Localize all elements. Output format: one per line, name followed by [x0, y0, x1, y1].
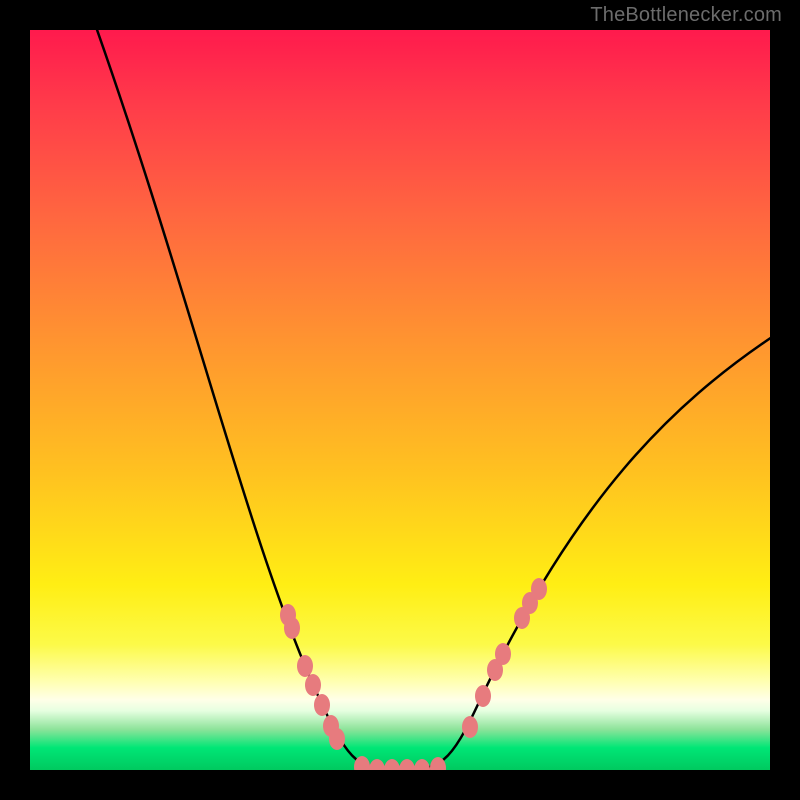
data-marker — [495, 643, 511, 665]
data-marker — [531, 578, 547, 600]
data-marker — [369, 759, 385, 770]
data-marker — [414, 759, 430, 770]
chart-svg-layer — [30, 30, 770, 770]
data-marker — [297, 655, 313, 677]
data-marker — [314, 694, 330, 716]
data-marker — [475, 685, 491, 707]
data-marker — [305, 674, 321, 696]
watermark-text: TheBottlenecker.com — [590, 4, 782, 27]
data-marker — [462, 716, 478, 738]
chart-plot-area — [30, 30, 770, 770]
data-marker — [329, 728, 345, 750]
data-marker — [284, 617, 300, 639]
data-marker — [399, 759, 415, 770]
data-marker — [384, 759, 400, 770]
bottleneck-curve — [90, 30, 770, 770]
chart-frame: TheBottlenecker.com — [0, 0, 800, 800]
